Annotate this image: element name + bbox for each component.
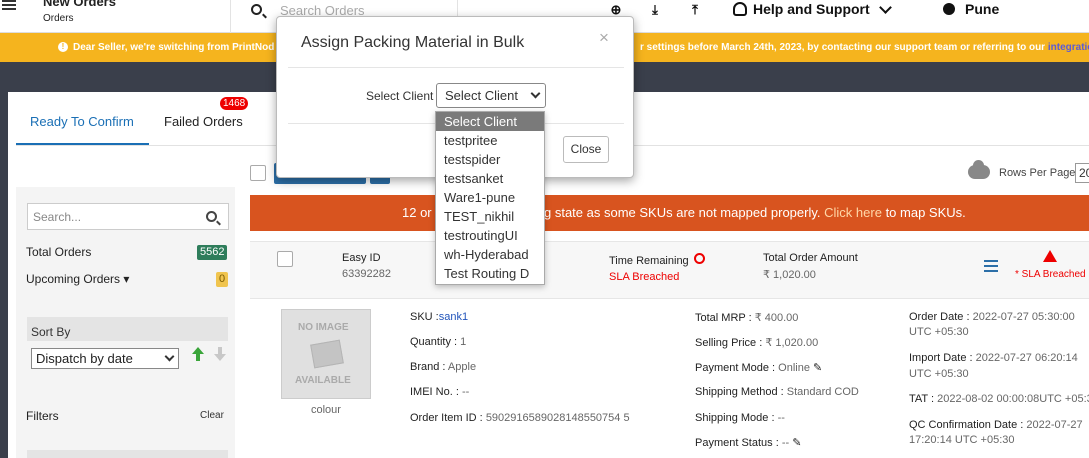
- search-icon: [206, 211, 217, 222]
- unmapped-sku-warning: 12 or g state as some SKUs are not mappe…: [250, 195, 1089, 231]
- order-checkbox[interactable]: [277, 251, 293, 267]
- order-date-field: Order Date : 2022-07-27 05:30:00: [909, 311, 1075, 323]
- chevron-down-icon[interactable]: [879, 1, 892, 14]
- sla-breached-flag: * SLA Breached: [1015, 269, 1086, 280]
- client-option[interactable]: Test Routing D: [436, 264, 544, 283]
- hamburger-icon[interactable]: [2, 0, 16, 12]
- total-amount-value: ₹ 1,020.00: [763, 269, 816, 281]
- failed-orders-badge: 1468: [220, 97, 249, 110]
- payment-mode-field: Payment Mode : Online ✎: [695, 362, 823, 374]
- edit-pencil-icon[interactable]: ✎: [792, 437, 801, 449]
- search-icon: [251, 4, 262, 15]
- map-skus-link[interactable]: Click here: [824, 205, 882, 220]
- stopwatch-icon: [694, 253, 705, 264]
- easy-id-label: Easy ID: [342, 252, 381, 264]
- close-button[interactable]: Close: [563, 136, 609, 163]
- qc-date-time: 17:20:14 UTC +05:30: [909, 434, 1015, 446]
- client-option[interactable]: Select Client: [436, 112, 544, 131]
- select-client-dropdown[interactable]: Select Client: [436, 83, 546, 108]
- camera-icon: [310, 339, 344, 369]
- image-caption: colour: [311, 404, 341, 416]
- warning-icon: [1043, 250, 1057, 262]
- headset-icon: [733, 2, 747, 16]
- filters-label: Filters: [26, 409, 59, 423]
- upload-icon[interactable]: ⤒: [688, 2, 702, 17]
- client-option[interactable]: testpritee: [436, 131, 544, 150]
- chevron-down-icon: [164, 351, 175, 362]
- modal-title: Assign Packing Material in Bulk: [301, 34, 525, 51]
- shipping-method-field: Shipping Method : Standard COD: [695, 386, 859, 398]
- chevron-down-icon: [530, 88, 541, 99]
- filter-section: [27, 450, 228, 458]
- sla-status: SLA Breached: [609, 271, 680, 283]
- plus-circle-icon[interactable]: ⊕: [609, 2, 623, 17]
- client-option[interactable]: testspider: [436, 150, 544, 169]
- download-icon[interactable]: ⤓: [648, 2, 662, 17]
- sku-field: SKU :sank1: [410, 311, 469, 323]
- order-date-tz: UTC +05:30: [909, 326, 969, 338]
- tab-ready-to-confirm[interactable]: Ready To Confirm: [30, 114, 134, 129]
- import-date-field: Import Date : 2022-07-27 06:20:14: [909, 352, 1078, 364]
- select-client-label: Select Client: [366, 89, 434, 103]
- shipping-mode-field: Shipping Mode : --: [695, 412, 785, 424]
- time-remaining-label: Time Remaining: [609, 255, 689, 267]
- tab-failed-orders[interactable]: Failed Orders: [164, 114, 243, 129]
- quantity-field: Quantity : 1: [410, 336, 467, 348]
- notice-text-left: Dear Seller, we're switching from PrintN…: [73, 42, 275, 53]
- clear-filters-button[interactable]: Clear: [200, 410, 224, 421]
- imei-field: IMEI No. : --: [410, 386, 470, 398]
- client-option[interactable]: Ware1-pune: [436, 188, 544, 207]
- notice-text-right: r settings before March 24th, 2023, by c…: [640, 42, 1089, 53]
- order-item-id-field: Order Item ID : 5902916589028148550754 5: [410, 412, 630, 424]
- product-image-placeholder: NO IMAGE AVAILABLE: [281, 309, 371, 399]
- sort-by-header: Sort By: [27, 317, 228, 341]
- page-title: New Orders: [43, 0, 116, 9]
- client-options-list: Select Client testpritee testspider test…: [435, 111, 545, 285]
- sort-ascending-icon[interactable]: [191, 346, 205, 362]
- client-option[interactable]: wh-Hyderabad: [436, 245, 544, 264]
- brand-field: Brand : Apple: [410, 361, 477, 373]
- modal-divider: [288, 67, 624, 68]
- sort-by-select[interactable]: Dispatch by date: [31, 348, 179, 369]
- user-menu[interactable]: Pune: [943, 1, 999, 17]
- page-subtitle: Orders: [43, 13, 74, 24]
- info-icon: !: [58, 42, 68, 52]
- cloud-download-icon[interactable]: [968, 160, 990, 179]
- total-orders-label[interactable]: Total Orders: [26, 245, 91, 259]
- upcoming-orders-count: 0: [216, 272, 229, 287]
- client-option[interactable]: TEST_nikhil: [436, 207, 544, 226]
- total-mrp-field: Total MRP : ₹ 400.00: [695, 312, 799, 324]
- selling-price-field: Selling Price : ₹ 1,020.00: [695, 337, 819, 349]
- sort-descending-icon[interactable]: [213, 346, 227, 362]
- help-and-support-button[interactable]: Help and Support: [733, 1, 870, 17]
- upcoming-orders-label[interactable]: Upcoming Orders ▾: [26, 272, 129, 286]
- rows-per-page-select[interactable]: 20: [1075, 163, 1089, 183]
- sidebar-search-input[interactable]: Search...: [33, 210, 81, 224]
- sku-link[interactable]: sank1: [439, 311, 468, 323]
- payment-status-field: Payment Status : -- ✎: [695, 437, 802, 449]
- select-all-checkbox[interactable]: [250, 165, 266, 181]
- sidebar-search[interactable]: Search...: [27, 203, 229, 230]
- total-amount-label: Total Order Amount: [763, 252, 858, 264]
- close-icon[interactable]: ×: [599, 28, 609, 48]
- total-orders-count: 5562: [197, 245, 228, 260]
- notice-link[interactable]: integration: [1048, 42, 1089, 53]
- client-option[interactable]: testroutingUI: [436, 226, 544, 245]
- easy-id-value: 63392282: [342, 268, 391, 280]
- order-menu-icon[interactable]: [984, 260, 998, 275]
- edit-pencil-icon[interactable]: ✎: [813, 362, 822, 374]
- qc-date-field: QC Confirmation Date : 2022-07-27: [909, 419, 1083, 431]
- rows-per-page-label: Rows Per Page: [999, 167, 1076, 179]
- import-date-tz: UTC +05:30: [909, 368, 969, 380]
- user-icon: [943, 3, 955, 15]
- client-option[interactable]: testsanket: [436, 169, 544, 188]
- tat-field: TAT : 2022-08-02 00:00:08UTC +05:3: [909, 393, 1089, 405]
